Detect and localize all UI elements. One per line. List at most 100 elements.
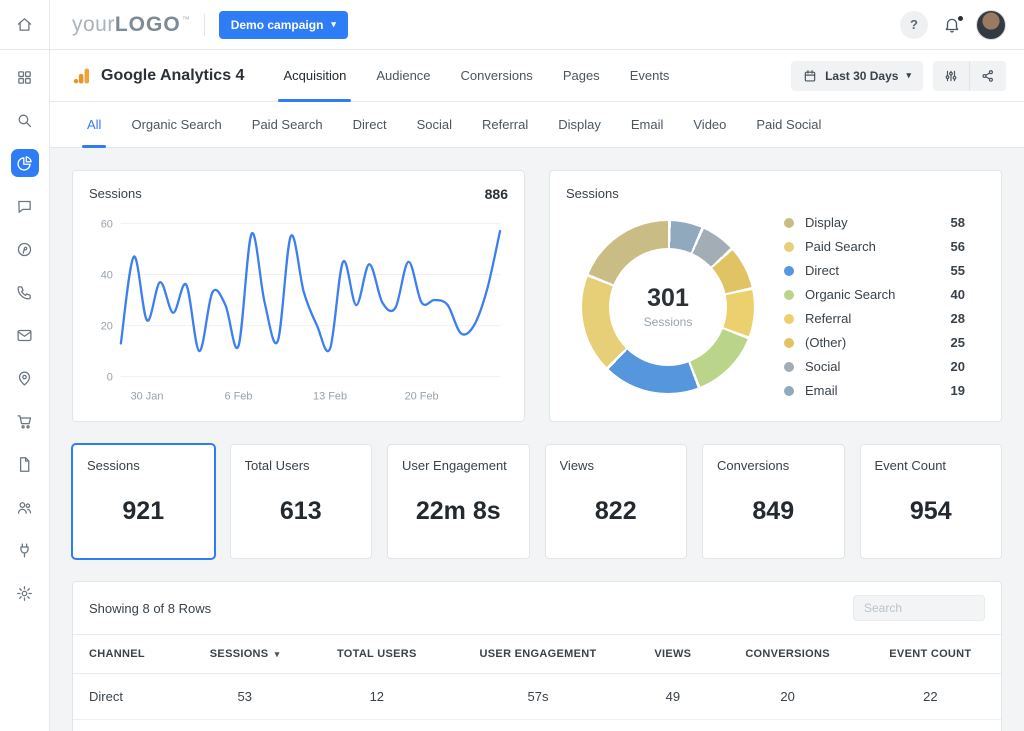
sidebar-item-search[interactable] [11, 106, 39, 134]
channel-tab-social[interactable]: Social [402, 102, 467, 147]
logo-prefix: your [72, 13, 115, 37]
stat-card-sessions[interactable]: Sessions921 [72, 444, 215, 559]
stat-value: 822 [560, 497, 673, 526]
charts-row: Sessions 886 020406030 Jan6 Feb13 Feb20 … [72, 170, 1002, 422]
column-header-views[interactable]: Views [630, 635, 715, 674]
sidebar-item-settings[interactable] [11, 579, 39, 607]
sidebar-item-chat[interactable] [11, 192, 39, 220]
chat-icon [16, 198, 33, 215]
column-header-channel[interactable]: Channel [73, 635, 182, 674]
stat-value: 954 [875, 497, 988, 526]
tab-audience[interactable]: Audience [361, 50, 445, 101]
donut-chart: 301 Sessions [582, 221, 754, 393]
card-title: Sessions [89, 186, 508, 201]
phone-icon [16, 284, 33, 301]
sidebar-item-cart[interactable] [11, 407, 39, 435]
cell-channel: Direct [73, 674, 182, 720]
sidebar-item-home[interactable] [11, 11, 39, 39]
date-range-button[interactable]: Last 30 Days ▾ [791, 61, 923, 91]
legend-item-social[interactable]: Social20 [784, 359, 965, 374]
tab-acquisition[interactable]: Acquisition [268, 50, 361, 101]
column-header-sessions[interactable]: Sessions ▾ [182, 635, 308, 674]
stat-card-event-count[interactable]: Event Count954 [860, 444, 1003, 559]
column-header-event-count[interactable]: Event Count [860, 635, 1001, 674]
legend-item-other[interactable]: (Other)25 [784, 335, 965, 350]
stat-value: 613 [245, 497, 358, 526]
help-button[interactable]: ? [900, 11, 928, 39]
sidebar-item-phone[interactable] [11, 278, 39, 306]
file-icon [16, 456, 33, 473]
svg-text:20: 20 [101, 321, 113, 333]
stat-card-total-users[interactable]: Total Users613 [230, 444, 373, 559]
stat-cards-row: Sessions921Total Users613User Engagement… [72, 444, 1002, 559]
sidebar-item-pinterest[interactable] [11, 235, 39, 263]
sidebar-item-pie-chart[interactable] [11, 149, 39, 177]
legend-dot [784, 338, 794, 348]
channel-tab-paid-search[interactable]: Paid Search [237, 102, 338, 147]
column-header-conversions[interactable]: Conversions [715, 635, 859, 674]
cell-value: 59 [860, 720, 1001, 731]
channels-table: ChannelSessions ▾Total UsersUser Engagem… [73, 634, 1001, 731]
cart-icon [16, 413, 33, 430]
logo-text: LOGO [115, 13, 181, 37]
cell-value: 46s [446, 720, 630, 731]
share-button[interactable] [969, 61, 1006, 91]
legend-item-direct[interactable]: Direct55 [784, 263, 965, 278]
channel-tab-display[interactable]: Display [543, 102, 616, 147]
cell-value: 53 [182, 720, 308, 731]
sidebar-item-apps[interactable] [11, 63, 39, 91]
channel-tab-email[interactable]: Email [616, 102, 679, 147]
legend-label: Display [805, 215, 848, 230]
cell-value: 20 [715, 674, 859, 720]
sidebar-item-users[interactable] [11, 493, 39, 521]
column-header-user-engagement[interactable]: User Engagement [446, 635, 630, 674]
topbar-right: ? [900, 10, 1006, 40]
svg-text:6 Feb: 6 Feb [225, 391, 253, 403]
donut-wrap: 301 Sessions Display58 Paid Search56 Direc… [566, 201, 985, 398]
filters-button[interactable] [933, 61, 969, 91]
table-body: Direct531257s492022Social532646s232259 [73, 674, 1001, 731]
legend-value: 28 [951, 311, 965, 326]
legend-dot [784, 386, 794, 396]
column-header-total-users[interactable]: Total Users [308, 635, 446, 674]
channel-tab-referral[interactable]: Referral [467, 102, 543, 147]
channel-tab-organic-search[interactable]: Organic Search [116, 102, 236, 147]
users-icon [16, 499, 33, 516]
channel-tab-direct[interactable]: Direct [338, 102, 402, 147]
stat-card-conversions[interactable]: Conversions849 [702, 444, 845, 559]
legend-item-display[interactable]: Display58 [784, 215, 965, 230]
legend-item-email[interactable]: Email19 [784, 383, 965, 398]
notifications-button[interactable] [943, 16, 961, 34]
table-search-input[interactable] [853, 595, 985, 621]
report-controls: Last 30 Days ▾ [791, 50, 1006, 101]
table-header-row: ChannelSessions ▾Total UsersUser Engagem… [73, 635, 1001, 674]
tab-events[interactable]: Events [615, 50, 685, 101]
content-area: Sessions 886 020406030 Jan6 Feb13 Feb20 … [50, 148, 1024, 731]
sidebar-item-map-pin[interactable] [11, 364, 39, 392]
legend-item-paid-search[interactable]: Paid Search56 [784, 239, 965, 254]
channel-tab-paid-social[interactable]: Paid Social [741, 102, 836, 147]
card-title: Sessions [566, 186, 985, 201]
stat-card-user-engagement[interactable]: User Engagement22m 8s [387, 444, 530, 559]
sidebar-item-file[interactable] [11, 450, 39, 478]
mail-icon [16, 327, 33, 344]
channel-tab-all[interactable]: All [72, 102, 116, 147]
channel-tabs: AllOrganic SearchPaid SearchDirectSocial… [50, 102, 1024, 148]
tab-pages[interactable]: Pages [548, 50, 615, 101]
user-avatar[interactable] [976, 10, 1006, 40]
cell-value: 26 [308, 720, 446, 731]
legend-item-referral[interactable]: Referral28 [784, 311, 965, 326]
legend-dot [784, 362, 794, 372]
legend-item-organic-search[interactable]: Organic Search40 [784, 287, 965, 302]
campaign-dropdown-button[interactable]: Demo campaign ▾ [219, 11, 348, 39]
sidebar-item-plug[interactable] [11, 536, 39, 564]
stat-card-views[interactable]: Views 822 [545, 444, 688, 559]
channel-tab-video[interactable]: Video [678, 102, 741, 147]
sidebar-item-mail[interactable] [11, 321, 39, 349]
report-tabs: AcquisitionAudienceConversionsPagesEvent… [268, 50, 684, 101]
cell-value: 23 [630, 720, 715, 731]
sidebar-items [0, 50, 49, 620]
tab-conversions[interactable]: Conversions [446, 50, 548, 101]
table-row: Direct531257s492022 [73, 674, 1001, 720]
stat-label: Views [560, 458, 673, 473]
